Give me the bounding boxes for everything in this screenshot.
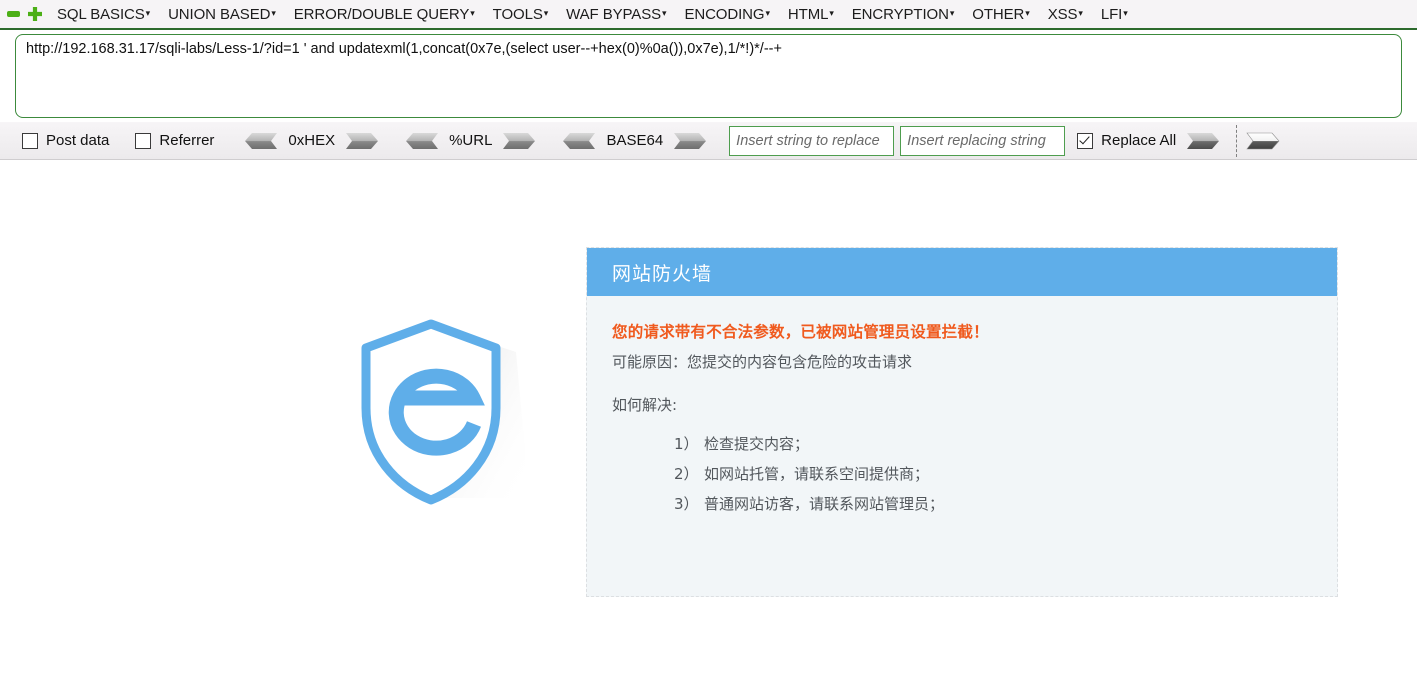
toolbar-divider	[1236, 124, 1238, 157]
arrow-right-icon[interactable]	[673, 132, 711, 150]
menu-label: TOOLS	[492, 5, 543, 23]
url-encoder-label: %URL	[449, 132, 493, 149]
referrer-checkbox[interactable]	[135, 132, 152, 149]
menu-item-html[interactable]: HTML▾	[779, 6, 843, 23]
firewall-panel-title: 网站防火墙	[612, 262, 713, 285]
replace-apply-arrow-right-icon[interactable]	[1186, 132, 1224, 150]
menu-label: HTML	[787, 5, 829, 23]
referrer-label: Referrer	[159, 132, 215, 149]
menu-item-lfi[interactable]: LFI▾	[1092, 6, 1137, 23]
shield-e-logo-icon	[361, 319, 526, 505]
chevron-down-icon: ▾	[829, 7, 834, 18]
chevron-down-icon: ▾	[1078, 7, 1083, 18]
chevron-down-icon: ▾	[470, 7, 475, 18]
step-text: 普通网站访客，请联系网站管理员；	[704, 495, 945, 513]
menu-item-waf-bypass[interactable]: WAF BYPASS▾	[557, 6, 675, 23]
chevron-down-icon: ▾	[271, 7, 276, 18]
app-window: SQL BASICS▾ UNION BASED▾ ERROR/DOUBLE QU…	[0, 0, 1417, 675]
replace-string-input[interactable]	[900, 125, 1066, 156]
chevron-down-icon: ▾	[1025, 7, 1030, 18]
post-data-label: Post data	[46, 132, 110, 149]
step-text: 检查提交内容；	[704, 435, 810, 453]
post-data-option[interactable]: Post data	[22, 132, 109, 149]
menu-label: ENCODING	[684, 5, 765, 23]
block-reason-text: 可能原因：您提交的内容包含危险的攻击请求	[612, 353, 913, 371]
menu-label: SQL BASICS	[57, 5, 145, 23]
menu-item-tools[interactable]: TOOLS▾	[484, 6, 558, 23]
hex-encoder-label: 0xHEX	[288, 132, 336, 149]
block-alert-message: 您的请求带有不合法参数，已被网站管理员设置拦截！	[612, 323, 989, 341]
referrer-option[interactable]: Referrer	[135, 132, 214, 149]
base64-encoder-label: BASE64	[606, 132, 664, 149]
menu-item-error-double-query[interactable]: ERROR/DOUBLE QUERY▾	[285, 6, 484, 23]
menu-item-encryption[interactable]: ENCRYPTION▾	[843, 6, 964, 23]
replace-all-label: Replace All	[1101, 132, 1177, 149]
menu-label: LFI	[1100, 5, 1123, 23]
menu-label: ENCRYPTION	[851, 5, 949, 23]
list-item: 3） 普通网站访客，请联系网站管理员；	[674, 489, 1337, 519]
base64-encoder-group: BASE64	[558, 132, 711, 150]
arrow-right-icon[interactable]	[502, 132, 540, 150]
arrow-left-icon[interactable]	[558, 132, 596, 150]
menu-item-encoding[interactable]: ENCODING▾	[675, 6, 778, 23]
replace-all-option[interactable]: Replace All	[1077, 132, 1176, 149]
remove-icon[interactable]	[6, 6, 22, 22]
menu-item-union-based[interactable]: UNION BASED▾	[159, 6, 285, 23]
main-menubar: SQL BASICS▾ UNION BASED▾ ERROR/DOUBLE QU…	[0, 0, 1417, 30]
menu-label: OTHER	[972, 5, 1025, 23]
menu-label: ERROR/DOUBLE QUERY	[293, 5, 470, 23]
step-number: 3）	[674, 495, 699, 513]
arrow-right-icon[interactable]	[345, 132, 383, 150]
replace-all-checkbox[interactable]	[1077, 132, 1094, 149]
arrow-left-icon[interactable]	[401, 132, 439, 150]
menu-item-sql-basics[interactable]: SQL BASICS▾	[48, 6, 159, 23]
send-arrow-right-outline-icon[interactable]	[1246, 132, 1284, 150]
chevron-down-icon: ▾	[145, 7, 151, 18]
chevron-down-icon: ▾	[1123, 7, 1128, 18]
list-item: 1） 检查提交内容；	[674, 429, 1337, 459]
url-input[interactable]	[15, 34, 1402, 118]
url-encoder-group: %URL	[401, 132, 540, 150]
step-number: 1）	[674, 435, 699, 453]
menu-label: WAF BYPASS	[566, 5, 662, 23]
arrow-left-icon[interactable]	[240, 132, 278, 150]
chevron-down-icon: ▾	[543, 7, 549, 18]
search-string-input[interactable]	[729, 125, 895, 156]
url-field-wrapper	[15, 34, 1402, 118]
menu-item-other[interactable]: OTHER▾	[963, 6, 1038, 23]
menu-item-xss[interactable]: XSS▾	[1039, 6, 1092, 23]
firewall-panel-header: 网站防火墙	[587, 248, 1337, 296]
firewall-panel-body: 您的请求带有不合法参数，已被网站管理员设置拦截！ 可能原因：您提交的内容包含危险…	[587, 296, 1337, 519]
firewall-panel: 网站防火墙 您的请求带有不合法参数，已被网站管理员设置拦截！ 可能原因：您提交的…	[586, 247, 1338, 597]
menu-label: XSS	[1047, 5, 1078, 23]
list-item: 2） 如网站托管，请联系空间提供商；	[674, 459, 1337, 489]
step-number: 2）	[674, 465, 699, 483]
post-data-checkbox[interactable]	[22, 132, 38, 149]
step-text: 如网站托管，请联系空间提供商；	[704, 465, 930, 483]
chevron-down-icon: ▾	[662, 7, 667, 18]
howto-label: 如何解决:	[612, 396, 678, 414]
chevron-down-icon: ▾	[949, 7, 955, 18]
add-icon[interactable]	[27, 6, 43, 22]
howto-steps-list: 1） 检查提交内容； 2） 如网站托管，请联系空间提供商； 3） 普通网站访客，请联系…	[612, 429, 1337, 519]
hex-encoder-group: 0xHEX	[240, 132, 383, 150]
options-toolbar: Post data Referrer 0xHEX %URL BASE64 Ins…	[0, 122, 1417, 160]
menu-label: UNION BASED	[168, 5, 271, 23]
chevron-down-icon: ▾	[765, 7, 770, 18]
